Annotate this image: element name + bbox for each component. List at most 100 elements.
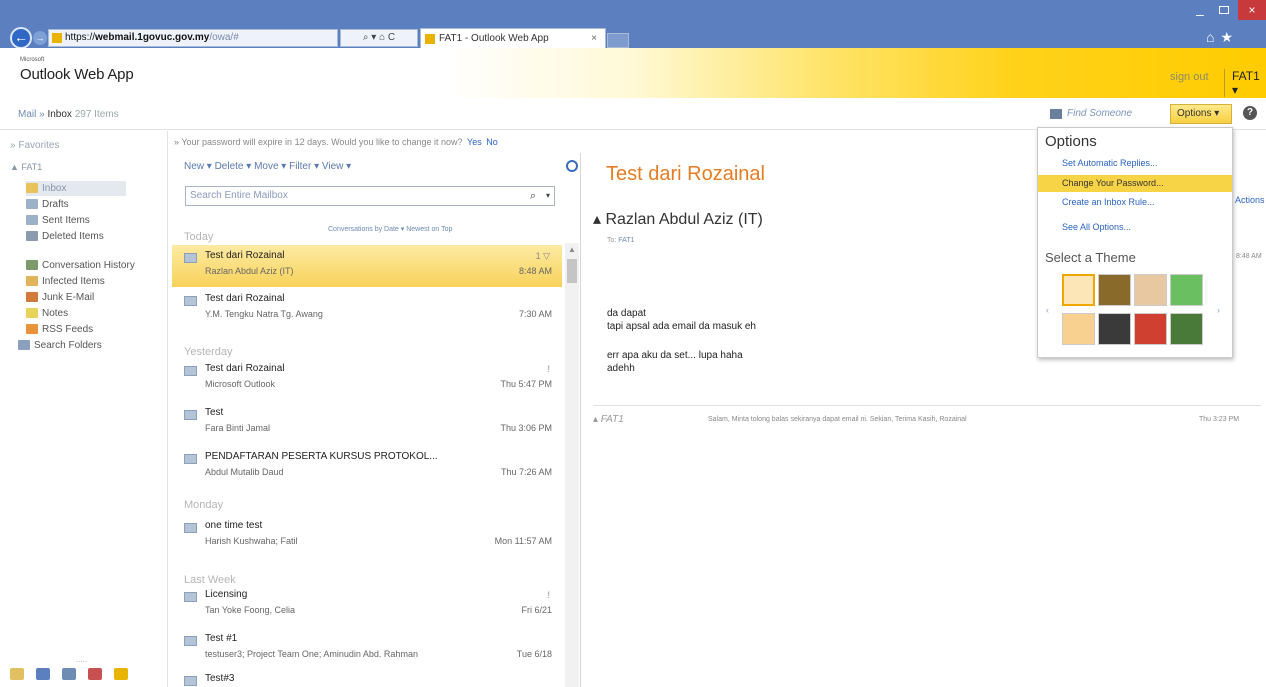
user-menu[interactable]: FAT1 ▾ — [1224, 69, 1266, 97]
home-favorites-icons[interactable]: ⌂★ — [1206, 29, 1239, 46]
message-row[interactable]: PENDAFTARAN PESERTA KURSUS PROTOKOL... Ab… — [172, 446, 562, 488]
message-row[interactable]: Test dari Rozainal Microsoft Outlook Thu 5… — [172, 358, 562, 400]
maximize-icon[interactable] — [1219, 6, 1229, 14]
folder-label: Notes — [42, 308, 69, 319]
envelope-icon — [184, 523, 197, 533]
minimize-icon[interactable]: – — [1196, 6, 1204, 22]
folder-item[interactable]: Search Folders — [18, 338, 102, 353]
theme-prev-icon[interactable]: ‹ — [1046, 305, 1049, 315]
theme-swatch[interactable] — [1170, 313, 1203, 345]
folder-label: Deleted Items — [42, 231, 104, 242]
theme-swatch[interactable] — [1170, 274, 1203, 306]
message-row[interactable]: Test Fara Binti Jamal Thu 3:06 PM — [172, 402, 562, 444]
folder-item[interactable]: Deleted Items — [26, 229, 104, 244]
actions-menu[interactable]: Actions — [1235, 195, 1265, 205]
tab-close-icon[interactable]: × — [591, 29, 597, 48]
folder-item[interactable]: Inbox — [26, 181, 126, 196]
sign-out-link[interactable]: sign out — [1170, 71, 1209, 83]
tab-favicon-icon — [425, 34, 435, 44]
mail-icon[interactable] — [10, 668, 24, 680]
folder-item[interactable]: Sent Items — [26, 213, 90, 228]
message-row[interactable]: Test#3 — [172, 668, 562, 687]
message-flag[interactable]: ! — [547, 590, 550, 600]
folder-item[interactable]: Notes — [26, 306, 68, 321]
envelope-icon — [184, 410, 197, 420]
options-item[interactable]: Create an Inbox Rule... — [1038, 194, 1232, 211]
sort-options[interactable]: Conversations by Date ▾ Newest on Top — [328, 225, 452, 233]
account-header[interactable]: ▲ FAT1 — [10, 162, 42, 172]
folder-item[interactable]: Drafts — [26, 197, 69, 212]
message-sender[interactable]: ▴ Razlan Abdul Aziz (IT) — [593, 209, 763, 229]
message-from: Tan Yoke Foong, Celia — [205, 605, 296, 615]
address-tools[interactable]: ⌕ ▾ ⌂ C — [340, 29, 418, 47]
folder-item[interactable]: Junk E-Mail — [26, 290, 94, 305]
list-toolbar[interactable]: New ▾ Delete ▾ Move ▾ Filter ▾ View ▾ — [184, 161, 351, 172]
thread-time: Thu 3:23 PM — [1199, 416, 1240, 423]
breadcrumb: Mail » Inbox 297 Items — [18, 109, 119, 120]
theme-swatch[interactable] — [1134, 274, 1167, 306]
message-row[interactable]: Test dari Rozainal Y.M. Tengku Natra Tg. … — [172, 288, 562, 330]
message-body-line: da dapat — [607, 308, 646, 319]
microsoft-label: Microsoft — [20, 57, 45, 63]
theme-swatch[interactable] — [1062, 313, 1095, 345]
search-icon[interactable]: ⌕ — [530, 187, 536, 205]
message-subject-line: Test dari Rozainal — [205, 250, 285, 261]
theme-next-icon[interactable]: › — [1217, 305, 1220, 315]
favorites-header[interactable]: » Favorites — [10, 140, 59, 151]
folder-icon — [26, 292, 38, 302]
folder-item[interactable]: Infected Items — [26, 274, 105, 289]
breadcrumb-mail[interactable]: Mail — [18, 109, 36, 120]
envelope-icon — [184, 454, 197, 464]
envelope-icon — [184, 366, 197, 376]
message-from: Y.M. Tengku Natra Tg. Awang — [205, 309, 323, 319]
to-label: To: — [607, 237, 617, 244]
theme-swatch[interactable] — [1134, 313, 1167, 345]
search-input[interactable]: Search Entire Mailbox ⌕ ▾ — [185, 186, 555, 206]
message-flag[interactable]: 1 ▽ — [536, 251, 550, 262]
options-item[interactable]: Set Automatic Replies... — [1038, 155, 1232, 172]
nav-resize-dots[interactable]: ..... — [76, 655, 87, 664]
message-subject-line: Test #1 — [205, 633, 238, 644]
message-row[interactable]: one time test Harish Kushwaha; Fatil Mon 1… — [172, 515, 562, 557]
theme-swatch[interactable] — [1098, 313, 1131, 345]
to-recipient[interactable]: FAT1 — [618, 237, 634, 244]
message-row[interactable]: Licensing Tan Yoke Foong, Celia Fri 6/21! — [172, 584, 562, 626]
forward-button[interactable]: → — [33, 31, 47, 45]
tasks-icon[interactable] — [88, 668, 102, 680]
new-tab-button[interactable] — [607, 33, 629, 48]
scroll-thumb[interactable] — [567, 259, 577, 283]
close-window-icon[interactable]: × — [1238, 0, 1266, 20]
password-no-link[interactable]: No — [486, 137, 498, 147]
folder-item[interactable]: Conversation History — [26, 258, 135, 273]
address-book-icon[interactable] — [1050, 109, 1062, 119]
folder-item[interactable]: RSS Feeds — [26, 322, 93, 337]
theme-swatch[interactable] — [1098, 274, 1131, 306]
folder-label: Drafts — [42, 199, 69, 210]
group-header: Monday — [184, 499, 224, 511]
list-scrollbar[interactable]: ▲ — [565, 243, 579, 687]
find-someone-input[interactable]: Find Someone — [1067, 108, 1132, 119]
envelope-icon — [184, 676, 197, 686]
message-time: Thu 7:26 AM — [500, 467, 552, 477]
options-item[interactable]: Change Your Password... — [1038, 175, 1232, 192]
options-item[interactable]: See All Options... — [1038, 219, 1232, 236]
scroll-up-icon[interactable]: ▲ — [568, 245, 576, 254]
browser-tab[interactable]: FAT1 - Outlook Web App × — [420, 28, 606, 48]
help-icon[interactable]: ? — [1243, 106, 1257, 120]
search-dropdown-icon[interactable]: ▾ — [546, 187, 550, 205]
owa-header — [0, 48, 1266, 98]
message-flag[interactable]: ! — [547, 364, 550, 374]
theme-swatch[interactable] — [1062, 274, 1095, 306]
address-bar[interactable]: https://webmail.1govuc.gov.my/owa/# — [48, 29, 338, 47]
module-switcher — [10, 668, 140, 683]
thread-item[interactable]: ▴ FAT1 Salam, Minta tolong balas sekiran… — [593, 405, 1261, 425]
options-button[interactable]: Options ▾ — [1170, 104, 1232, 124]
contacts-icon[interactable] — [62, 668, 76, 680]
message-row[interactable]: Test #1 testuser3; Project Team One; Amin… — [172, 628, 562, 670]
password-yes-link[interactable]: Yes — [467, 137, 482, 147]
back-button[interactable]: ← — [10, 27, 32, 49]
calendar-icon[interactable] — [36, 668, 50, 680]
message-row[interactable]: Test dari Rozainal Razlan Abdul Aziz (IT)… — [172, 245, 562, 287]
public-folders-icon[interactable] — [114, 668, 128, 680]
refresh-icon[interactable] — [566, 160, 578, 172]
